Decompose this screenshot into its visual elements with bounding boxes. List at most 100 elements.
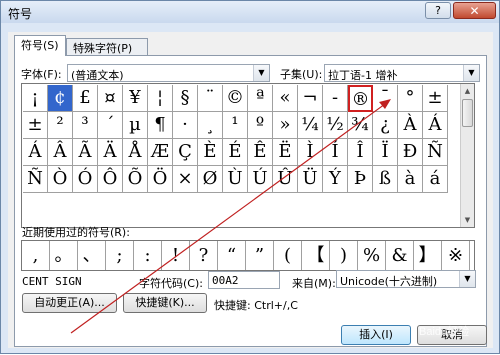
symbol-cell[interactable]: ² (48, 112, 73, 139)
close-button[interactable]: ✕ (453, 2, 496, 19)
recent-symbol-cell[interactable]: “ (218, 241, 246, 270)
from-select[interactable]: Unicode(十六进制) ▼ (336, 270, 476, 288)
tab-symbols[interactable]: 符号(S) (14, 35, 66, 56)
tab-special-characters[interactable]: 特殊字符(P) (66, 38, 148, 55)
symbol-cell[interactable]: ß (373, 166, 398, 193)
subset-select[interactable]: 拉丁语-1 增补 ▼ (324, 64, 480, 82)
symbol-cell[interactable]: × (173, 166, 198, 193)
symbol-cell[interactable]: Ó (73, 166, 98, 193)
symbol-cell[interactable]: Ç (173, 139, 198, 166)
symbol-cell[interactable]: ¸ (198, 112, 223, 139)
symbol-cell[interactable]: ¦ (148, 85, 173, 112)
symbol-cell[interactable]: Ò (48, 166, 73, 193)
symbol-cell[interactable]: ¹ (223, 112, 248, 139)
chevron-down-icon[interactable]: ▼ (253, 65, 269, 81)
symbol-cell[interactable]: Ñ (423, 139, 448, 166)
symbol-cell[interactable]: Ð (398, 139, 423, 166)
symbol-cell[interactable]: Û (273, 166, 298, 193)
symbol-cell[interactable]: Ù (223, 166, 248, 193)
symbol-cell[interactable]: Þ (348, 166, 373, 193)
symbol-cell[interactable]: º (248, 112, 273, 139)
symbol-cell[interactable]: ¼ (298, 112, 323, 139)
scroll-down-icon[interactable]: ▼ (461, 213, 474, 227)
scroll-up-icon[interactable]: ▲ (461, 84, 474, 98)
symbol-cell[interactable]: ¯ (373, 85, 398, 112)
symbol-cell[interactable]: ± (423, 85, 448, 112)
symbol-cell[interactable]: © (223, 85, 248, 112)
symbol-cell[interactable]: ¬ (298, 85, 323, 112)
symbol-cell[interactable]: à (398, 166, 423, 193)
symbol-cell[interactable]: Â (48, 139, 73, 166)
symbol-cell[interactable]: À (398, 112, 423, 139)
symbol-cell[interactable]: Á (23, 139, 48, 166)
symbol-cell[interactable]: Õ (123, 166, 148, 193)
symbol-cell[interactable]: ¶ (148, 112, 173, 139)
symbol-cell[interactable]: È (198, 139, 223, 166)
recent-symbol-cell[interactable]: 【 (302, 241, 330, 270)
symbol-cell[interactable]: ¥ (123, 85, 148, 112)
symbol-cell[interactable]: ´ (98, 112, 123, 139)
symbol-cell[interactable]: § (173, 85, 198, 112)
symbol-cell[interactable]: Å (123, 139, 148, 166)
shortcut-key-button[interactable]: 快捷键(K)... (123, 293, 207, 313)
recent-symbol-cell[interactable]: ( (274, 241, 302, 270)
recent-symbol-cell[interactable]: ※ (442, 241, 470, 270)
symbol-cell[interactable]: Ë (273, 139, 298, 166)
symbol-cell[interactable]: - (323, 85, 348, 112)
symbol-cell[interactable]: µ (123, 112, 148, 139)
recent-symbol-cell[interactable]: 、 (78, 241, 106, 270)
help-button[interactable]: ? (425, 2, 451, 19)
recent-symbol-cell[interactable]: 。 (50, 241, 78, 270)
recent-symbol-cell[interactable]: ! (162, 241, 190, 270)
font-select[interactable]: (普通文本) ▼ (67, 64, 270, 82)
chevron-down-icon[interactable]: ▼ (463, 65, 479, 81)
recent-symbol-cell[interactable]: & (386, 241, 414, 270)
symbol-cell[interactable]: Í (323, 139, 348, 166)
char-code-input[interactable]: 00A2 (208, 271, 280, 289)
symbol-grid-scrollbar[interactable]: ▲ ▼ (460, 84, 474, 227)
symbol-cell[interactable]: » (273, 112, 298, 139)
symbol-cell[interactable]: Ì (298, 139, 323, 166)
insert-button[interactable]: 插入(I) (341, 325, 411, 345)
symbol-cell[interactable]: É (223, 139, 248, 166)
symbol-cell[interactable]: Ï (373, 139, 398, 166)
symbol-cell[interactable]: Ý (323, 166, 348, 193)
symbol-cell[interactable]: Ø (198, 166, 223, 193)
symbol-cell[interactable]: ¾ (348, 112, 373, 139)
symbol-cell[interactable]: £ (73, 85, 98, 112)
symbol-cell[interactable]: ³ (73, 112, 98, 139)
symbol-cell[interactable]: á (423, 166, 448, 193)
symbol-cell[interactable]: ¨ (198, 85, 223, 112)
symbol-cell[interactable]: ± (23, 112, 48, 139)
symbol-cell[interactable]: ® (348, 85, 373, 112)
symbol-cell[interactable]: ¿ (373, 112, 398, 139)
recent-symbol-cell[interactable]: ? (190, 241, 218, 270)
symbol-cell[interactable]: Ü (298, 166, 323, 193)
symbol-cell[interactable]: Ã (73, 139, 98, 166)
symbol-cell[interactable]: Ú (248, 166, 273, 193)
symbol-cell[interactable]: · (173, 112, 198, 139)
cancel-button[interactable]: 取消 (417, 325, 487, 345)
symbol-cell[interactable]: Ö (148, 166, 173, 193)
symbol-cell[interactable]: « (273, 85, 298, 112)
symbol-cell[interactable]: ¢ (48, 85, 73, 112)
symbol-cell[interactable]: Ä (98, 139, 123, 166)
symbol-cell[interactable]: ½ (323, 112, 348, 139)
recent-symbol-cell[interactable]: 】 (414, 241, 442, 270)
symbol-cell[interactable]: Ñ (23, 166, 48, 193)
recent-symbol-cell[interactable]: % (358, 241, 386, 270)
symbol-cell[interactable]: Î (348, 139, 373, 166)
symbol-cell[interactable]: ° (398, 85, 423, 112)
symbol-cell[interactable]: Á (423, 112, 448, 139)
recent-symbol-cell[interactable]: ) (330, 241, 358, 270)
symbol-cell[interactable]: ¡ (23, 85, 48, 112)
recent-symbol-cell[interactable]: : (134, 241, 162, 270)
scroll-thumb[interactable] (462, 99, 473, 127)
title-bar[interactable]: 符号 ? ✕ (1, 1, 499, 23)
symbol-cell[interactable]: Ê (248, 139, 273, 166)
symbol-cell[interactable]: ¤ (98, 85, 123, 112)
symbol-cell[interactable]: Ô (98, 166, 123, 193)
chevron-down-icon[interactable]: ▼ (459, 271, 475, 287)
recent-symbol-cell[interactable]: ” (246, 241, 274, 270)
symbol-cell[interactable]: ª (248, 85, 273, 112)
